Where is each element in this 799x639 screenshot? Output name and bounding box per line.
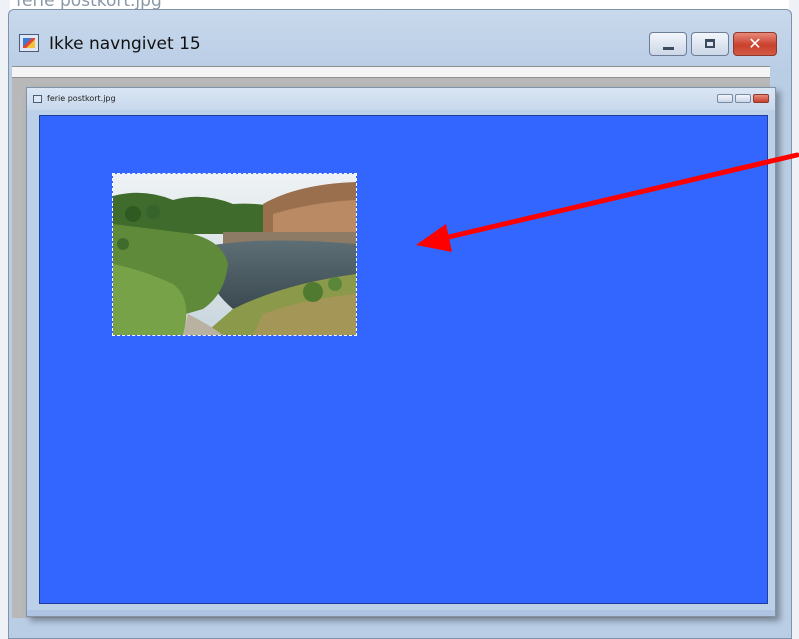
close-icon: ✕ xyxy=(748,34,762,53)
maximize-button[interactable] xyxy=(691,32,729,56)
document-close-button[interactable] xyxy=(753,94,769,103)
maximize-icon xyxy=(705,39,715,48)
document-window: ferie postkort.jpg xyxy=(26,87,776,617)
window-controls: ✕ xyxy=(649,32,777,56)
minimize-icon xyxy=(663,47,674,50)
outer-window-title: Ikke navngivet 15 xyxy=(49,34,201,54)
horizontal-ruler xyxy=(12,66,770,78)
paint-shop-image-icon[interactable] xyxy=(19,34,39,52)
document-window-controls xyxy=(717,94,769,103)
document-minimize-button[interactable] xyxy=(717,94,733,103)
landscape-photo xyxy=(113,174,356,335)
image-document-icon[interactable] xyxy=(33,95,42,103)
image-canvas[interactable] xyxy=(39,115,768,604)
document-titlebar[interactable]: ferie postkort.jpg xyxy=(27,88,775,110)
document-status-strip xyxy=(27,610,775,616)
minimize-button[interactable] xyxy=(649,32,687,56)
close-button[interactable]: ✕ xyxy=(733,32,777,56)
landscape-photo-selection[interactable] xyxy=(112,173,357,336)
document-maximize-button[interactable] xyxy=(735,94,751,103)
document-title: ferie postkort.jpg xyxy=(47,94,116,103)
outer-titlebar[interactable]: Ikke navngivet 15 ✕ xyxy=(9,10,791,74)
